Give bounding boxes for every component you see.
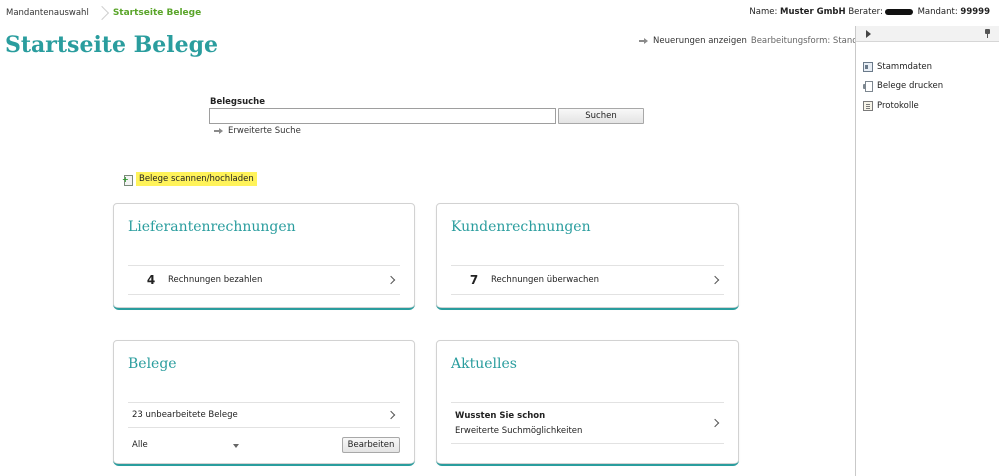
card-customer-invoices: Kundenrechnungen 7 Rechnungen überwachen <box>436 203 739 310</box>
card-title: Belege <box>128 356 177 372</box>
breadcrumb-separator-icon <box>97 0 111 26</box>
side-item-protokolle[interactable]: Protokolle <box>856 96 999 116</box>
row-label: Rechnungen überwachen <box>491 275 600 285</box>
client-label: Mandant: <box>917 7 958 17</box>
card-supplier-invoices: Lieferantenrechnungen 4 Rechnungen bezah… <box>113 203 415 310</box>
invoice-count: 7 <box>469 273 479 287</box>
advanced-search-link[interactable]: Erweiterte Suche <box>214 126 301 136</box>
side-panel-header <box>856 26 999 42</box>
card-documents: Belege 23 unbearbeitete Belege Alle Bear… <box>113 340 415 466</box>
breadcrumb: Mandantenauswahl Startseite Belege <box>0 0 855 26</box>
search-input[interactable] <box>209 108 556 124</box>
search-button[interactable]: Suchen <box>558 108 644 124</box>
breadcrumb-current: Startseite Belege <box>112 8 202 18</box>
chevron-right-icon <box>710 418 720 428</box>
side-item-label: Belege drucken <box>877 81 944 92</box>
pay-invoices-row[interactable]: 4 Rechnungen bezahlen <box>128 265 400 295</box>
chevron-right-icon <box>386 410 396 420</box>
edit-button[interactable]: Bearbeiten <box>342 437 400 453</box>
chevron-right-icon <box>710 275 720 285</box>
upload-link[interactable]: Belege scannen/hochladen <box>122 172 257 186</box>
upload-label: Belege scannen/hochladen <box>136 172 257 186</box>
advanced-search-label: Erweiterte Suche <box>228 126 301 136</box>
arrow-right-icon <box>214 127 223 135</box>
news-text: Erweiterte Suchmöglichkeiten <box>455 425 583 436</box>
side-item-label: Stammdaten <box>877 61 933 72</box>
advisor-label: Berater: <box>848 7 883 17</box>
card-title: Aktuelles <box>451 356 517 372</box>
chevron-right-icon <box>386 275 396 285</box>
document-add-icon <box>122 174 133 186</box>
page-title: Startseite Belege <box>5 32 218 58</box>
client-info: Name: Muster GmbH Berater: Mandant: 9999… <box>749 7 990 17</box>
side-panel: Stammdaten Belege drucken Protokolle <box>855 26 999 476</box>
monitor-invoices-row[interactable]: 7 Rechnungen überwachen <box>451 265 724 295</box>
edit-mode-label: Bearbeitungsform: Standard <box>750 36 872 46</box>
unprocessed-documents-row[interactable]: 23 unbearbeitete Belege <box>128 402 400 428</box>
filter-select[interactable]: Alle <box>132 440 148 450</box>
id-card-icon <box>863 61 873 72</box>
news-item-row[interactable]: Wussten Sie schon Erweiterte Suchmöglich… <box>451 402 724 444</box>
card-title: Kundenrechnungen <box>451 219 591 235</box>
pin-icon[interactable] <box>985 29 990 38</box>
filter-row: Alle Bearbeiten <box>132 437 400 453</box>
news-bar: Neuerungen anzeigen Bearbeitungsform: St… <box>639 36 872 46</box>
row-label: 23 unbearbeitete Belege <box>132 410 238 420</box>
name-label: Name: <box>749 7 778 17</box>
caret-down-icon[interactable] <box>233 444 239 448</box>
collapse-arrow-icon[interactable] <box>866 30 871 38</box>
client-value: 99999 <box>960 7 990 17</box>
log-icon <box>863 100 873 111</box>
news-link[interactable]: Neuerungen anzeigen <box>653 36 747 46</box>
name-value: Muster GmbH <box>780 7 846 17</box>
arrow-right-icon <box>639 37 648 45</box>
card-news: Aktuelles Wussten Sie schon Erweiterte S… <box>436 340 739 466</box>
side-item-belege-drucken[interactable]: Belege drucken <box>856 77 999 97</box>
redacted-advisor <box>884 8 913 15</box>
side-item-stammdaten[interactable]: Stammdaten <box>856 57 999 77</box>
printer-icon <box>863 81 873 93</box>
news-headline: Wussten Sie schon <box>455 410 546 421</box>
search-label: Belegsuche <box>210 97 265 107</box>
side-item-label: Protokolle <box>877 100 919 111</box>
card-title: Lieferantenrechnungen <box>128 219 296 235</box>
row-label: Rechnungen bezahlen <box>168 275 263 285</box>
invoice-count: 4 <box>146 273 156 287</box>
breadcrumb-mandantenauswahl[interactable]: Mandantenauswahl <box>0 8 89 18</box>
side-panel-list: Stammdaten Belege drucken Protokolle <box>856 57 999 116</box>
